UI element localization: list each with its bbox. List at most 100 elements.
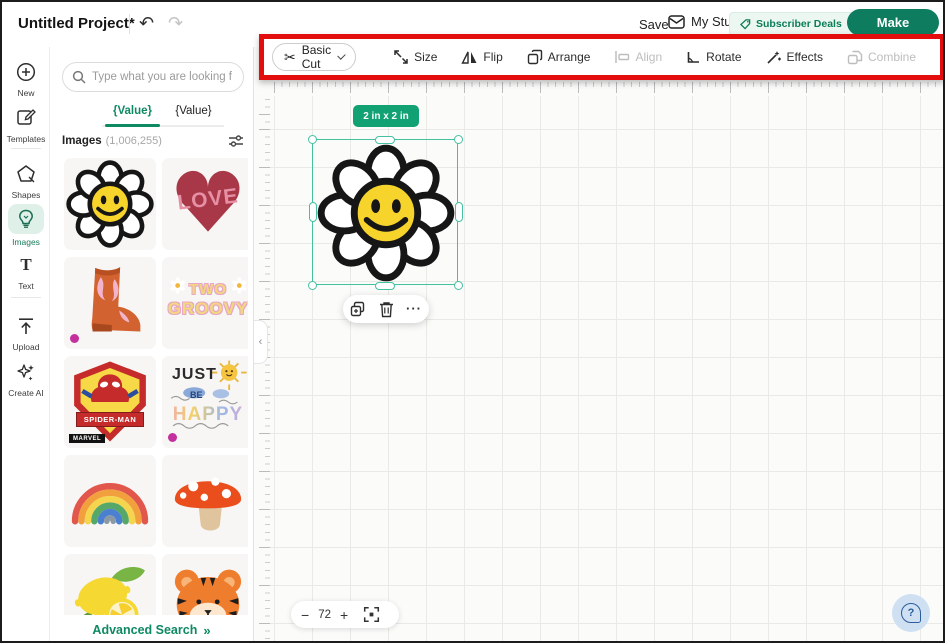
selection-handle-top-right[interactable] [454, 135, 463, 144]
my-stuff-button[interactable]: My Stuff [668, 14, 738, 29]
fit-screen-icon [363, 606, 380, 623]
rotate-button[interactable]: Rotate [679, 50, 748, 64]
ruler-number: 14 [802, 75, 840, 80]
sidebar-item-text[interactable]: T Text [2, 252, 50, 291]
rainbow-graphic [64, 455, 156, 547]
help-icon: ? [901, 603, 921, 623]
arrange-icon [527, 49, 543, 65]
design-canvas[interactable]: 01234567891011121314151617 1234567891011… [254, 47, 945, 643]
align-button[interactable]: Align [607, 50, 669, 64]
selection-handle-bottom-left[interactable] [308, 281, 317, 290]
help-button[interactable]: ? [892, 594, 930, 632]
ruler-number: 10 [650, 75, 688, 80]
duplicate-icon [350, 301, 367, 318]
make-button[interactable]: Make [847, 9, 939, 36]
happy-text: HAPPY [162, 404, 248, 426]
effects-label: Effects [787, 50, 823, 64]
sidebar-item-upload[interactable]: Upload [2, 313, 50, 352]
image-tile-two-groovy[interactable]: TWO GROOVY [162, 257, 248, 349]
selected-object-smiley-flower[interactable] [312, 139, 458, 285]
search-input[interactable] [92, 71, 232, 83]
shapes-icon [9, 161, 43, 187]
selection-handle-bottom-right[interactable] [454, 281, 463, 290]
selection-handle-left[interactable] [309, 202, 317, 222]
image-tile-just-be-happy[interactable]: JUST BE HAPPY [162, 356, 248, 448]
ruler-number: 16 [878, 75, 916, 80]
sidebar-item-label: Templates [7, 134, 46, 144]
marvel-logo: MARVEL [69, 434, 105, 443]
divider [11, 297, 41, 298]
zoom-out-button[interactable]: − [301, 608, 309, 622]
tab-value-2[interactable]: {Value} [163, 99, 224, 125]
more-options-button[interactable]: ··· [406, 304, 422, 314]
advanced-search-label: Advanced Search [92, 623, 197, 637]
groovy-text-line2: GROOVY [162, 299, 248, 319]
operation-type-dropdown[interactable]: ✂ Basic Cut [272, 43, 356, 71]
subscriber-deals-button[interactable]: Subscriber Deals ↗ [729, 12, 866, 36]
premium-badge [168, 433, 177, 442]
combine-button[interactable]: Combine [840, 50, 923, 65]
size-button[interactable]: Size [386, 49, 444, 65]
scissors-icon: ✂ [284, 49, 296, 66]
duplicate-button[interactable] [350, 301, 367, 318]
advanced-search-link[interactable]: Advanced Search » [50, 615, 253, 643]
contour-button[interactable]: Contour [933, 49, 945, 65]
be-text: BE [190, 390, 203, 400]
delete-button[interactable] [379, 301, 394, 318]
search-box [62, 62, 244, 92]
object-context-toolbar: ··· [343, 295, 429, 323]
combine-icon [847, 50, 863, 65]
sidebar-item-shapes[interactable]: Shapes [2, 161, 50, 200]
tag-icon [740, 19, 751, 30]
selection-handle-right[interactable] [455, 202, 463, 222]
panel-collapse-button[interactable]: ‹ [254, 320, 268, 364]
flip-button[interactable]: Flip [454, 50, 509, 65]
images-panel: {Value} {Value} Images (1,006,255) [50, 47, 254, 643]
image-tile-rainbow[interactable] [64, 455, 156, 547]
flip-label: Flip [483, 50, 502, 64]
divider [129, 14, 130, 34]
divider [11, 148, 41, 149]
ruler-number: 1 [308, 75, 346, 80]
image-tile-smiley-flower[interactable] [64, 158, 156, 250]
ruler-number: 8 [574, 75, 612, 80]
sidebar-item-create-ai[interactable]: Create AI [2, 359, 50, 398]
selection-handle-top-left[interactable] [308, 135, 317, 144]
undo-button[interactable]: ↶ [139, 11, 154, 35]
sparkles-icon [9, 359, 43, 385]
sidebar-item-label: Shapes [12, 190, 41, 200]
upload-icon [9, 313, 43, 339]
ruler-number: 9 [612, 75, 650, 80]
image-tile-tiger[interactable] [162, 554, 248, 616]
sidebar-item-templates[interactable]: Templates [2, 105, 50, 144]
sidebar-item-new[interactable]: New [2, 59, 50, 98]
ruler-left-major-ticks [259, 96, 270, 643]
effects-button[interactable]: Effects [759, 49, 830, 65]
zoom-in-button[interactable]: + [340, 608, 348, 622]
ruler-number: 12 [726, 75, 764, 80]
sidebar-item-images[interactable]: Images [2, 204, 50, 247]
image-tile-cowboy-boot[interactable] [64, 257, 156, 349]
left-toolbar-rail: New Templates Shapes Images T Text [2, 47, 50, 643]
image-tile-lemons[interactable] [64, 554, 156, 616]
arrange-label: Arrange [548, 50, 591, 64]
mushroom-graphic [162, 455, 248, 547]
sidebar-item-label: Text [18, 281, 34, 291]
arrange-button[interactable]: Arrange [520, 49, 598, 65]
image-tile-mushroom[interactable] [162, 455, 248, 547]
filter-button[interactable] [228, 134, 244, 148]
image-tile-love-heart[interactable]: LOVE [162, 158, 248, 250]
tiger-graphic [162, 554, 248, 616]
resize-icon [393, 49, 409, 65]
lemons-graphic [64, 554, 156, 616]
redo-button[interactable]: ↷ [168, 11, 183, 35]
tab-value-1[interactable]: {Value} [102, 99, 163, 125]
design-space-window: Untitled Project* ↶ ↷ Save My Stuff Subs… [0, 0, 945, 643]
chevron-left-icon: ‹ [259, 336, 263, 348]
save-button[interactable]: Save [639, 17, 669, 32]
fit-to-screen-button[interactable] [363, 606, 380, 623]
image-tile-spiderman[interactable]: SPIDER-MAN MARVEL [64, 356, 156, 448]
selection-handle-top[interactable] [375, 136, 395, 144]
project-title: Untitled Project* [18, 15, 135, 32]
selection-handle-bottom[interactable] [375, 282, 395, 290]
